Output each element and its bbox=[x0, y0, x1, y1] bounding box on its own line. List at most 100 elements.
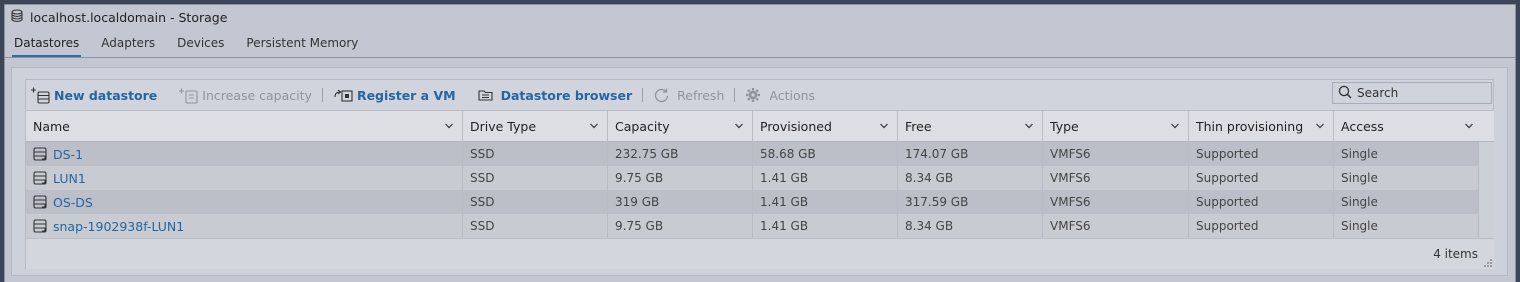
datastore-name-link[interactable]: snap-1902938f-LUN1 bbox=[26, 214, 463, 238]
new-datastore-button[interactable]: New datastore bbox=[30, 84, 157, 106]
actions-button[interactable]: Actions bbox=[745, 84, 815, 106]
access-cell: Single bbox=[1341, 195, 1378, 209]
chevron-down-icon[interactable] bbox=[1464, 121, 1474, 131]
column-header-provisioned[interactable]: Provisioned bbox=[753, 111, 898, 142]
provisioned-cell: 58.68 GB bbox=[753, 142, 898, 166]
tab-bar: Datastores Adapters Devices Persistent M… bbox=[11, 35, 380, 58]
column-header-name[interactable]: Name bbox=[26, 111, 463, 142]
thin-provisioning-cell: Supported bbox=[1189, 190, 1334, 214]
toolbar-separator bbox=[167, 88, 168, 102]
access-cell: Single bbox=[1341, 171, 1378, 185]
datastore-name-link[interactable]: OS-DS bbox=[26, 190, 463, 214]
thin-provisioning-cell: Supported bbox=[1189, 166, 1334, 190]
datastore-name-link[interactable]: LUN1 bbox=[26, 166, 463, 190]
resize-grip-icon[interactable] bbox=[1484, 259, 1492, 267]
increase-capacity-icon bbox=[178, 87, 198, 104]
datastore-icon bbox=[33, 147, 47, 161]
tab-adapters[interactable]: Adapters bbox=[101, 35, 155, 58]
chevron-down-icon[interactable] bbox=[1315, 121, 1325, 131]
provisioned-cell: 1.41 GB bbox=[753, 190, 898, 214]
access-cell: Single bbox=[1341, 219, 1378, 233]
datastore-name: LUN1 bbox=[53, 170, 86, 186]
thin-provisioning-cell: Supported bbox=[1189, 214, 1334, 238]
column-label: Provisioned bbox=[760, 119, 832, 134]
chevron-down-icon[interactable] bbox=[589, 121, 599, 131]
datastore-icon bbox=[33, 195, 47, 209]
tab-persistent-memory[interactable]: Persistent Memory bbox=[246, 35, 358, 58]
column-header-thin-provisioning[interactable]: Thin provisioning bbox=[1189, 111, 1334, 142]
capacity-cell: 319 GB bbox=[608, 190, 753, 214]
provisioned-cell: 1.41 GB bbox=[753, 166, 898, 190]
type-cell: VMFS6 bbox=[1043, 166, 1189, 190]
column-label: Access bbox=[1341, 119, 1384, 134]
search-icon bbox=[1338, 85, 1352, 102]
column-header-type[interactable]: Type bbox=[1043, 111, 1189, 142]
refresh-button[interactable]: Refresh bbox=[653, 84, 724, 106]
table-row[interactable]: snap-1902938f-LUN1 SSD 9.75 GB 1.41 GB 8… bbox=[26, 214, 1478, 238]
table-footer: 4 items bbox=[26, 238, 1494, 269]
table-row[interactable]: LUN1 SSD 9.75 GB 1.41 GB 8.34 GB VMFS6 S… bbox=[26, 166, 1478, 190]
capacity-cell: 9.75 GB bbox=[608, 214, 753, 238]
chevron-down-icon[interactable] bbox=[1170, 121, 1180, 131]
chevron-down-icon[interactable] bbox=[734, 121, 744, 131]
type-cell: VMFS6 bbox=[1043, 142, 1189, 166]
toolbar-separator bbox=[642, 88, 644, 102]
window-right-border bbox=[1516, 0, 1520, 282]
thin-provisioning-cell: Supported bbox=[1189, 142, 1334, 166]
column-header-drive-type[interactable]: Drive Type bbox=[463, 111, 608, 142]
search-box[interactable] bbox=[1332, 82, 1492, 104]
datastore-icon bbox=[33, 171, 47, 185]
drive-type-cell: SSD bbox=[463, 214, 608, 238]
toolbar-separator bbox=[466, 88, 467, 102]
toolbar: New datastore Increase capacity Register… bbox=[26, 80, 1494, 110]
window-title: localhost.localdomain - Storage bbox=[30, 9, 228, 25]
drive-type-cell: SSD bbox=[463, 142, 608, 166]
refresh-icon bbox=[653, 87, 671, 103]
drive-type-cell: SSD bbox=[463, 190, 608, 214]
storage-icon bbox=[10, 8, 24, 26]
gear-icon bbox=[745, 87, 763, 103]
table-header: Name Drive Type Capacity Provisioned Fre… bbox=[26, 110, 1494, 142]
datastore-name-link[interactable]: DS-1 bbox=[26, 142, 463, 166]
column-label: Thin provisioning bbox=[1196, 119, 1304, 134]
type-cell: VMFS6 bbox=[1043, 190, 1189, 214]
datastore-browser-button[interactable]: Datastore browser bbox=[477, 84, 633, 106]
table-row[interactable]: OS-DS SSD 319 GB 1.41 GB 317.59 GB VMFS6… bbox=[26, 190, 1478, 214]
chevron-down-icon[interactable] bbox=[444, 121, 454, 131]
column-label: Drive Type bbox=[470, 119, 537, 134]
increase-capacity-label: Increase capacity bbox=[202, 87, 312, 103]
free-cell: 174.07 GB bbox=[898, 142, 1043, 166]
datastore-name: OS-DS bbox=[53, 194, 93, 210]
type-cell: VMFS6 bbox=[1043, 214, 1189, 238]
free-cell: 8.34 GB bbox=[898, 166, 1043, 190]
register-vm-button[interactable]: Register a VM bbox=[333, 84, 456, 106]
chevron-down-icon[interactable] bbox=[879, 121, 889, 131]
new-datastore-icon bbox=[30, 87, 50, 104]
new-datastore-label: New datastore bbox=[54, 87, 158, 103]
provisioned-cell: 1.41 GB bbox=[753, 214, 898, 238]
register-vm-label: Register a VM bbox=[356, 87, 456, 103]
tab-devices[interactable]: Devices bbox=[177, 35, 224, 58]
datastore-browser-label: Datastore browser bbox=[500, 87, 633, 103]
column-header-capacity[interactable]: Capacity bbox=[608, 111, 753, 142]
table-row[interactable]: DS-1 SSD 232.75 GB 58.68 GB 174.07 GB VM… bbox=[26, 142, 1478, 166]
chevron-down-icon[interactable] bbox=[1024, 121, 1034, 131]
datastore-name: DS-1 bbox=[53, 146, 84, 162]
folder-icon bbox=[477, 87, 495, 103]
free-cell: 8.34 GB bbox=[898, 214, 1043, 238]
column-header-free[interactable]: Free bbox=[898, 111, 1043, 142]
column-label: Capacity bbox=[615, 119, 670, 134]
drive-type-cell: SSD bbox=[463, 166, 608, 190]
increase-capacity-button[interactable]: Increase capacity bbox=[178, 84, 312, 106]
access-cell: Single bbox=[1341, 147, 1378, 161]
tab-datastores[interactable]: Datastores bbox=[11, 35, 82, 58]
column-label: Name bbox=[33, 119, 70, 134]
window-title-bar: localhost.localdomain - Storage bbox=[10, 8, 227, 26]
column-label: Free bbox=[905, 119, 932, 134]
column-header-access[interactable]: Access bbox=[1334, 111, 1494, 142]
vertical-scrollbar[interactable] bbox=[1478, 142, 1494, 238]
datastore-icon bbox=[33, 219, 47, 233]
capacity-cell: 9.75 GB bbox=[608, 166, 753, 190]
search-input[interactable] bbox=[1357, 86, 1487, 100]
actions-label: Actions bbox=[769, 87, 816, 103]
